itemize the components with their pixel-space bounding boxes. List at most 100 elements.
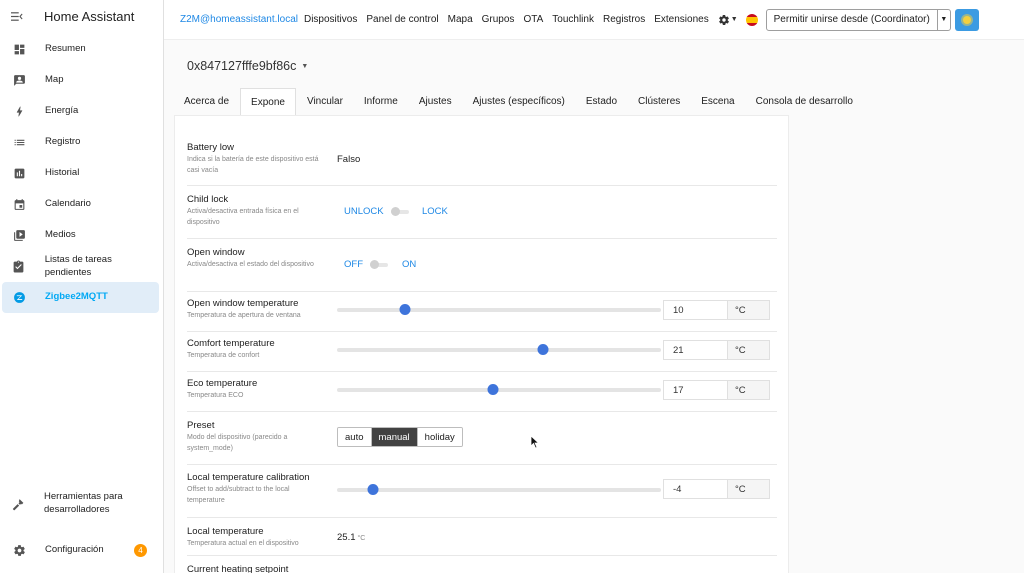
settings-menu[interactable]: ▼: [718, 14, 738, 26]
menu-collapse-icon[interactable]: [10, 9, 24, 23]
nav-link-panel[interactable]: Panel de control: [366, 14, 438, 25]
expose-row-local-temperature: Local temperature Temperatura actual en …: [187, 518, 777, 556]
sidebar-item-label: Medios: [45, 229, 76, 241]
expose-name: Local temperature: [187, 526, 264, 537]
hammer-icon: [12, 497, 25, 511]
permit-join-dropdown[interactable]: ▼: [936, 9, 950, 30]
tab-ajustes[interactable]: Ajustes: [409, 88, 462, 115]
unit-label: °C: [727, 300, 770, 320]
theme-toggle-button[interactable]: [954, 8, 979, 31]
tab-clusteres[interactable]: Clústeres: [628, 88, 690, 115]
expose-description: Modo del dispositivo (parecido a system_…: [187, 434, 288, 452]
device-tabs: Acerca de Expone Vincular Informe Ajuste…: [174, 88, 864, 115]
tab-consola[interactable]: Consola de desarrollo: [746, 88, 863, 115]
eco-temperature-input[interactable]: [663, 380, 728, 400]
sidebar-item-calendario[interactable]: Calendario: [2, 189, 159, 220]
local-temperature-value: 25.1 °C: [337, 532, 365, 543]
spain-flag-icon[interactable]: [745, 13, 758, 26]
sidebar-item-historial[interactable]: Historial: [2, 158, 159, 189]
comfort-temperature-input[interactable]: [663, 340, 728, 360]
sidebar-nav: Resumen Map Energía Registro Historial C…: [0, 34, 163, 313]
expose-name: Local temperature calibration: [187, 472, 310, 483]
expose-name: Eco temperature: [187, 378, 258, 389]
sidebar-item-zigbee2mqtt[interactable]: Zigbee2MQTT: [2, 282, 159, 313]
expose-description: Indica si la batería de este dispositivo…: [187, 156, 319, 174]
sidebar-bottom: Herramientas para desarrolladores Config…: [0, 481, 163, 573]
child-lock-unlock-button[interactable]: UNLOCK: [344, 206, 384, 217]
tab-vincular[interactable]: Vincular: [297, 88, 353, 115]
exposes-panel: Battery low Indica si la batería de este…: [174, 115, 789, 573]
nav-link-extensiones[interactable]: Extensiones: [654, 14, 708, 25]
nav-link-dispositivos[interactable]: Dispositivos: [304, 14, 357, 25]
expose-row-local-temperature-calibration: Local temperature calibration Offset to …: [187, 465, 777, 518]
expose-name: Open window: [187, 247, 245, 258]
tab-escena[interactable]: Escena: [691, 88, 744, 115]
expose-name: Preset: [187, 420, 215, 431]
device-selector[interactable]: 0x847127fffe9bf86c ▼: [187, 59, 308, 73]
local-temperature-calibration-input[interactable]: [663, 479, 728, 499]
open-window-on-button[interactable]: ON: [402, 259, 416, 270]
sidebar-item-label: Map: [45, 74, 64, 86]
expose-description: Temperatura de confort: [187, 352, 260, 359]
chart-icon: [12, 167, 26, 181]
sidebar-item-energia[interactable]: Energía: [2, 96, 159, 127]
calendar-icon: [12, 198, 26, 212]
expose-row-eco-temperature: Eco temperature Temperatura ECO °C: [187, 372, 777, 412]
expose-row-comfort-temperature: Comfort temperature Temperatura de confo…: [187, 332, 777, 372]
expose-row-child-lock: Child lock Activa/desactiva entrada físi…: [187, 186, 777, 239]
open-window-switch[interactable]: [370, 260, 388, 270]
sidebar-item-label: Listas de tareas pendientes: [44, 253, 112, 278]
preset-holiday-button[interactable]: holiday: [417, 428, 462, 446]
nav-link-ota[interactable]: OTA: [523, 14, 543, 25]
expose-description: Temperatura ECO: [187, 392, 244, 399]
nav-link-touchlink[interactable]: Touchlink: [552, 14, 594, 25]
preset-selector: auto manual holiday: [337, 427, 463, 447]
gear-icon: [12, 543, 26, 557]
preset-auto-button[interactable]: auto: [338, 428, 372, 446]
permit-join-button[interactable]: Permitir unirse desde (Coordinator): [767, 10, 937, 30]
sidebar-item-medios[interactable]: Medios: [2, 220, 159, 251]
unit-label: °C: [727, 479, 770, 499]
nav-link-mapa[interactable]: Mapa: [448, 14, 473, 25]
open-window-temperature-input[interactable]: [663, 300, 728, 320]
sidebar-item-settings[interactable]: Configuración 4: [2, 527, 159, 573]
top-nav: Z2M@homeassistant.local Dispositivos Pan…: [164, 0, 1024, 40]
unit-label: °C: [727, 340, 770, 360]
z2m-brand-link[interactable]: Z2M@homeassistant.local: [180, 14, 298, 25]
local-temperature-number: 25.1: [337, 532, 356, 543]
tab-informe[interactable]: Informe: [354, 88, 408, 115]
sidebar-item-registro[interactable]: Registro: [2, 127, 159, 158]
open-window-temperature-slider[interactable]: [337, 304, 661, 315]
expose-name: Open window temperature: [187, 298, 299, 309]
tab-ajustes-especificos[interactable]: Ajustes (específicos): [463, 88, 575, 115]
sidebar-item-map[interactable]: Map: [2, 65, 159, 96]
expose-description: Temperatura de apertura de ventana: [187, 312, 301, 319]
sidebar-item-label: Configuración: [45, 543, 104, 555]
expose-description: Activa/desactiva entrada física en el di…: [187, 208, 299, 226]
unit-label: °C: [727, 380, 770, 400]
tab-acerca-de[interactable]: Acerca de: [174, 88, 239, 115]
expose-row-preset: Preset Modo del dispositivo (parecido a …: [187, 412, 777, 465]
tab-estado[interactable]: Estado: [576, 88, 627, 115]
tab-expone[interactable]: Expone: [240, 88, 296, 115]
gear-icon: [718, 14, 729, 25]
child-lock-switch[interactable]: [391, 207, 409, 217]
nav-link-grupos[interactable]: Grupos: [482, 14, 515, 25]
mouse-cursor-icon: [530, 435, 540, 449]
expose-name: Battery low: [187, 142, 234, 153]
open-window-off-button[interactable]: OFF: [344, 259, 363, 270]
dashboard-icon: [12, 43, 26, 57]
nav-link-registros[interactable]: Registros: [603, 14, 645, 25]
sidebar-item-resumen[interactable]: Resumen: [2, 34, 159, 65]
eco-temperature-slider[interactable]: [337, 384, 661, 395]
sidebar-item-dev-tools[interactable]: Herramientas para desarrolladores: [2, 481, 159, 527]
child-lock-lock-button[interactable]: LOCK: [422, 206, 448, 217]
battery-low-value: Falso: [337, 154, 361, 165]
sidebar-item-listas[interactable]: Listas de tareas pendientes: [2, 251, 159, 282]
local-temperature-unit: °C: [357, 535, 366, 542]
local-temperature-calibration-slider[interactable]: [337, 484, 661, 495]
device-id: 0x847127fffe9bf86c: [187, 59, 297, 73]
sidebar: Home Assistant Resumen Map Energía Regis…: [0, 0, 164, 573]
comfort-temperature-slider[interactable]: [337, 344, 661, 355]
preset-manual-button[interactable]: manual: [371, 428, 418, 446]
